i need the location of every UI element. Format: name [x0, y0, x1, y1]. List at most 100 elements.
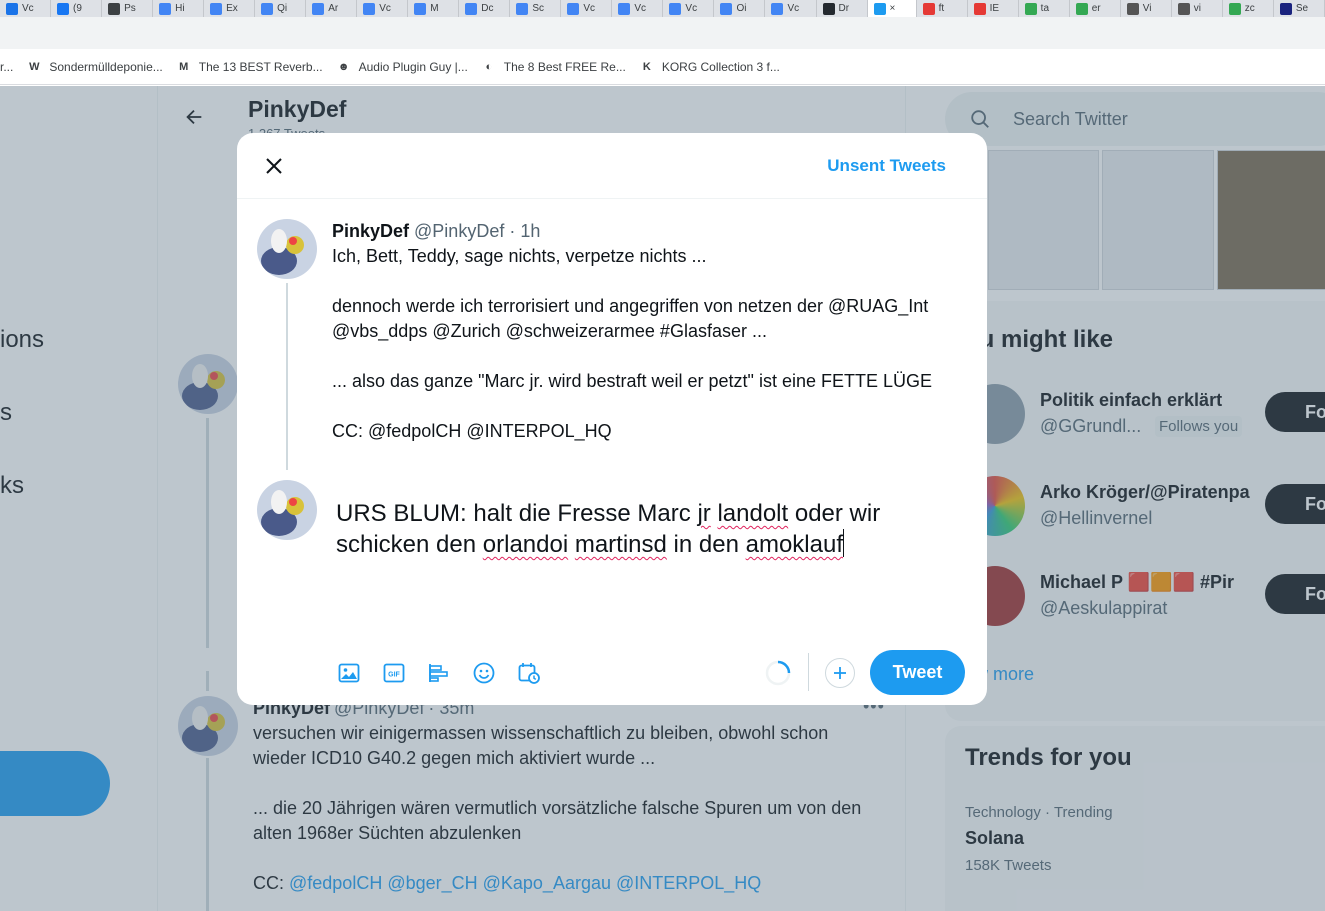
tab-label: IE	[989, 3, 1000, 14]
browser-tab[interactable]: Hi	[153, 0, 205, 17]
browser-tab[interactable]: IE	[968, 0, 1019, 17]
bookmark-label: The 13 BEST Reverb...	[198, 59, 323, 74]
browser-tab[interactable]: Se	[1274, 0, 1325, 17]
bookmark-item[interactable]: r...	[0, 60, 13, 74]
tab-favicon-icon	[108, 2, 121, 15]
tab-label: er	[1091, 3, 1101, 14]
compose-text-segment	[568, 531, 575, 558]
address-bar[interactable]	[0, 17, 1325, 49]
browser-tab[interactable]: Vc	[612, 0, 664, 17]
tab-label: ×	[889, 3, 896, 14]
browser-tab[interactable]: Ar	[306, 0, 358, 17]
bookmark-item[interactable]: K KORG Collection 3 f...	[640, 60, 780, 74]
misspelled-word[interactable]: martinsd	[575, 531, 667, 558]
unsent-tweets-link[interactable]: Unsent Tweets	[827, 156, 946, 176]
bookmark-item[interactable]: W Sondermülldeponie...	[27, 59, 163, 74]
tab-label: Hi	[175, 3, 185, 14]
bookmark-item[interactable]: ☻ Audio Plugin Guy |...	[337, 60, 468, 74]
tab-label: ft	[938, 3, 945, 14]
close-icon	[266, 158, 282, 174]
poll-icon[interactable]	[424, 658, 454, 688]
browser-tab[interactable]: (9	[51, 0, 103, 17]
tab-label: Vc	[583, 3, 596, 14]
browser-tab[interactable]: Vc	[0, 0, 52, 17]
svg-text:GIF: GIF	[388, 672, 400, 679]
reply-modal: Unsent Tweets PinkyDef @PinkyDef · 1h Ic…	[237, 133, 987, 705]
tab-favicon-icon	[1024, 2, 1037, 15]
browser-tab[interactable]: Sc	[510, 0, 562, 17]
tab-favicon-icon	[669, 2, 682, 15]
bookmark-label: The 8 Best FREE Re...	[503, 59, 626, 74]
browser-tab[interactable]: Qi	[255, 0, 307, 17]
toolbar-divider	[808, 653, 809, 691]
tab-favicon-icon	[516, 2, 529, 15]
tweet-text-line: Ich, Bett, Teddy, sage nichts, verpetze …	[332, 246, 707, 266]
image-icon[interactable]	[334, 658, 364, 688]
avatar[interactable]	[257, 219, 317, 279]
compose-textarea[interactable]: URS BLUM: halt die Fresse Marc jr landol…	[336, 499, 956, 560]
browser-tab[interactable]: Dc	[459, 0, 511, 17]
tab-label: Dr	[838, 3, 850, 14]
compose-line: schicken den orlandoi martinsd in den am…	[336, 529, 956, 560]
browser-tab[interactable]: zc	[1223, 0, 1274, 17]
avatar[interactable]	[257, 480, 317, 540]
browser-tab[interactable]: ×	[867, 0, 917, 17]
browser-tab[interactable]: Dr	[817, 0, 868, 17]
misspelled-word[interactable]: landolt	[717, 500, 788, 527]
thread-line	[286, 283, 288, 470]
tab-favicon-icon	[1075, 2, 1088, 15]
tab-label: Vc	[634, 3, 647, 14]
tab-favicon-icon	[567, 2, 580, 15]
browser-tab[interactable]: Ex	[204, 0, 256, 17]
tab-favicon-icon	[210, 2, 223, 15]
character-count-ring	[764, 659, 792, 687]
add-tweet-button[interactable]	[825, 658, 855, 688]
browser-tab[interactable]: Ps	[102, 0, 154, 17]
browser-tab[interactable]: M	[408, 0, 460, 17]
gif-icon[interactable]: GIF	[379, 658, 409, 688]
bookmark-favicon-icon: ☻	[337, 60, 350, 73]
tab-label: Qi	[277, 3, 288, 14]
close-button[interactable]	[257, 149, 291, 183]
tab-favicon-icon	[1126, 2, 1139, 15]
tab-label: vi	[1193, 3, 1201, 14]
compose-line: URS BLUM: halt die Fresse Marc jr landol…	[336, 499, 956, 529]
misspelled-word[interactable]: amoklauf	[746, 531, 843, 558]
browser-tab[interactable]: ta	[1019, 0, 1070, 17]
tab-favicon-icon	[159, 2, 172, 15]
browser-tab-strip: Vc (9 Ps Hi Ex Qi Ar Vc M Dc Sc Vc Vc Vc Oi Vc Dr × ft IE ta…	[0, 0, 1325, 17]
browser-tab[interactable]: Vc	[357, 0, 409, 17]
emoji-icon[interactable]	[469, 658, 499, 688]
browser-tab[interactable]: ft	[917, 0, 968, 17]
bookmark-label: Sondermülldeponie...	[49, 59, 163, 74]
bookmarks-bar: r... W Sondermülldeponie... M The 13 BEST Re…	[0, 49, 1325, 85]
text-caret	[843, 529, 844, 557]
tweet-button[interactable]: Tweet	[870, 650, 965, 695]
bookmark-item[interactable]: M The 13 BEST Reverb...	[177, 59, 323, 74]
browser-tab[interactable]: Vc	[663, 0, 715, 17]
browser-tab[interactable]: Oi	[714, 0, 766, 17]
bookmark-label: Audio Plugin Guy |...	[358, 59, 468, 74]
tab-label: Se	[1295, 3, 1309, 14]
tab-label: M	[430, 3, 439, 14]
bookmark-favicon-icon: W	[29, 60, 40, 73]
tab-label: Ps	[124, 3, 136, 14]
bookmark-item[interactable]: ◐ The 8 Best FREE Re...	[482, 59, 626, 74]
browser-tab[interactable]: er	[1070, 0, 1121, 17]
misspelled-word[interactable]: orlandoi	[483, 531, 568, 558]
tweet-text-line: dennoch werde ich terrorisiert und angeg…	[332, 296, 929, 316]
tab-favicon-icon	[6, 2, 18, 15]
browser-tab[interactable]: Vc	[561, 0, 613, 17]
tab-favicon-icon	[822, 2, 835, 15]
tweet-text-line: CC: @fedpolCH @INTERPOL_HQ	[332, 421, 612, 441]
browser-tab[interactable]: vi	[1172, 0, 1223, 17]
tweet-author-handle: @PinkyDef	[414, 221, 505, 241]
misspelled-word[interactable]: jr	[697, 500, 710, 527]
tab-favicon-icon	[465, 2, 478, 15]
browser-tab[interactable]: Vc	[765, 0, 817, 17]
tab-favicon-icon	[1279, 2, 1292, 15]
browser-tab[interactable]: Vi	[1121, 0, 1172, 17]
tab-favicon-icon	[720, 2, 733, 15]
tab-label: Vc	[379, 3, 391, 14]
schedule-icon[interactable]	[514, 658, 544, 688]
